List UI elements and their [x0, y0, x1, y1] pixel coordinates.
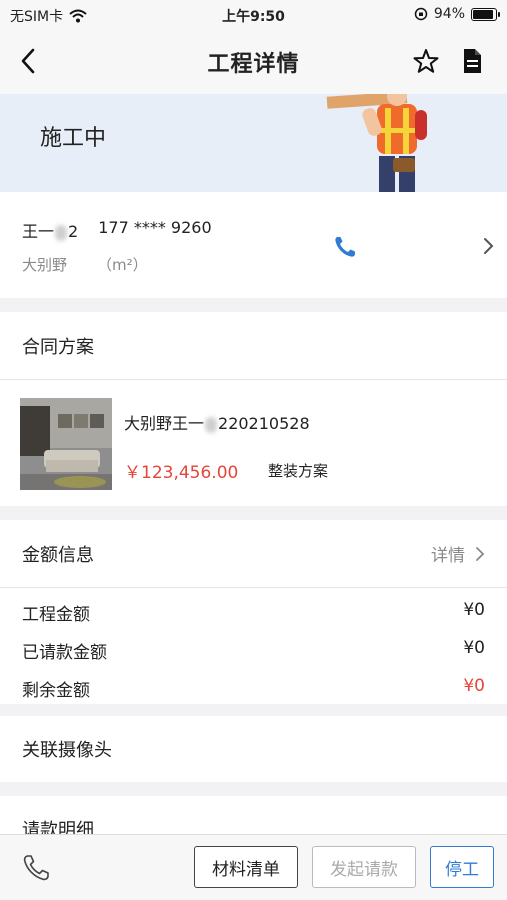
contract-section-title: 合同方案	[0, 312, 507, 380]
request-detail-card: 请款明细	[0, 796, 507, 836]
construction-worker-illustration	[326, 94, 427, 192]
house-type: 大别野	[22, 256, 68, 274]
phone-call-icon[interactable]	[332, 234, 358, 260]
status-right: 94%	[414, 6, 500, 22]
customer-house-line: 大别野 （m²）	[22, 254, 148, 275]
battery-fill	[473, 9, 493, 19]
document-icon[interactable]	[457, 46, 487, 76]
chevron-right-icon	[484, 238, 494, 254]
request-section-title: 请款明细	[22, 820, 94, 836]
battery-percent: 94%	[433, 6, 465, 22]
camera-section-title: 关联摄像头	[22, 740, 112, 761]
plan-thumbnail[interactable]	[20, 398, 112, 490]
materials-list-button[interactable]: 材料清单	[194, 846, 298, 888]
amount-row-project: 工程金额 ¥0	[22, 600, 485, 625]
amount-row-value: ¥0	[463, 676, 485, 696]
navigation-bar: 工程详情	[0, 30, 507, 94]
project-status-banner: 施工中	[0, 94, 507, 192]
customer-phone: 177 **** 9260	[98, 218, 212, 237]
plan-name[interactable]: 大别野王一 220210528	[124, 410, 310, 434]
bottom-action-bar: 材料清单 发起请款 停工	[0, 834, 507, 900]
plan-type: 整装方案	[268, 462, 329, 480]
request-payment-button[interactable]: 发起请款	[312, 846, 416, 888]
customer-card[interactable]: 王一 2 177 **** 9260 大别野 （m²）	[0, 192, 507, 298]
status-bar: 无SIM卡 上午9:50 94%	[0, 0, 507, 30]
phone-icon[interactable]	[20, 852, 52, 884]
amount-detail-label: 详情	[431, 546, 465, 566]
amount-row-remaining: 剩余金额 ¥0	[22, 676, 485, 701]
star-icon[interactable]	[411, 46, 441, 76]
customer-name: 王一 2	[22, 222, 79, 241]
amount-info-card: 金额信息 详情 工程金额 ¥0 已请款金额 ¥0 剩余金额 ¥0	[0, 520, 507, 704]
orientation-lock-icon	[414, 7, 428, 21]
amount-section-title: 金额信息	[22, 544, 94, 566]
amount-row-label: 剩余金额	[22, 681, 90, 701]
project-status: 施工中	[40, 126, 107, 151]
amount-row-value: ¥0	[463, 600, 485, 620]
chevron-right-icon	[476, 546, 485, 561]
amount-row-requested: 已请款金额 ¥0	[22, 638, 485, 663]
plan-price: ￥123,456.00	[124, 463, 239, 483]
area-unit: （m²）	[97, 256, 148, 274]
stop-work-button[interactable]: 停工	[430, 846, 494, 888]
battery-icon	[471, 7, 500, 21]
contract-plan-card: 合同方案 大别野王一 220210528 ￥123,456.00 整装方案	[0, 312, 507, 506]
amount-row-label: 已请款金额	[22, 643, 107, 663]
linked-camera-card[interactable]: 关联摄像头	[0, 716, 507, 782]
amount-detail-link[interactable]: 详情	[431, 541, 485, 566]
amount-row-label: 工程金额	[22, 605, 90, 625]
amount-row-value: ¥0	[463, 638, 485, 658]
amount-section-header: 金额信息 详情	[0, 520, 507, 588]
customer-contact-line: 王一 2 177 **** 9260	[22, 218, 212, 242]
